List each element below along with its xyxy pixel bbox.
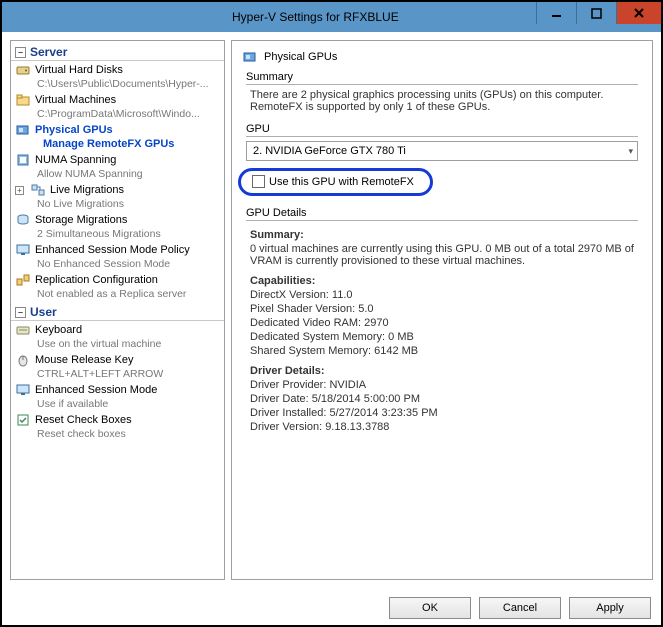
details-summary-text: 0 virtual machines are currently using t… [250,243,634,267]
expand-icon[interactable]: + [15,186,24,195]
details-heading-text: Physical GPUs [264,51,337,63]
migration-icon [30,182,46,198]
tree-item-reset-checkboxes[interactable]: Reset Check Boxes Reset check boxes [13,411,222,441]
details-driver-label: Driver Details: [250,365,634,377]
cap-shared-sysmem: Shared System Memory: 6142 MB [250,345,634,357]
drv-installed: Driver Installed: 5/27/2014 3:23:35 PM [250,407,634,419]
cap-directx: DirectX Version: 11.0 [250,289,634,301]
details-heading: Physical GPUs [232,41,652,71]
tree-item-replication[interactable]: Replication Configuration Not enabled as… [13,271,222,301]
details-caps-label: Capabilities: [250,275,634,287]
use-gpu-checkbox-label: Use this GPU with RemoteFX [269,176,414,188]
window-titlebar: Hyper-V Settings for RFXBLUE [2,2,661,32]
cap-vram: Dedicated Video RAM: 2970 [250,317,634,329]
summary-section: Summary There are 2 physical graphics pr… [246,71,638,113]
summary-title: Summary [246,71,638,85]
section-user-label: User [30,305,57,319]
storage-icon [15,212,31,228]
details-summary-label: Summary: [250,229,634,241]
tree-item-physical-gpus[interactable]: Physical GPUs Manage RemoteFX GPUs [13,121,222,151]
drv-version: Driver Version: 9.18.13.3788 [250,421,634,433]
monitor-icon [15,382,31,398]
section-server-label: Server [30,45,67,59]
disk-icon [15,62,31,78]
gpu-dropdown-value: 2. NVIDIA GeForce GTX 780 Ti [253,145,406,157]
gpu-section: GPU 2. NVIDIA GeForce GTX 780 Ti ▾ Use t… [246,123,638,433]
mouse-icon [15,352,31,368]
tree-subitem-manage-remotefx[interactable]: Manage RemoteFX GPUs [15,138,222,150]
folder-icon [15,92,31,108]
reset-icon [15,412,31,428]
monitor-icon [15,242,31,258]
use-gpu-checkbox-row[interactable]: Use this GPU with RemoteFX [246,175,638,188]
use-gpu-checkbox[interactable] [252,175,265,188]
apply-button[interactable]: Apply [569,597,651,619]
section-user[interactable]: – User [11,301,224,321]
ok-button[interactable]: OK [389,597,471,619]
tree-item-live-migrations[interactable]: +Live Migrations No Live Migrations [13,181,222,211]
tree-item-virtual-machines[interactable]: Virtual Machines C:\ProgramData\Microsof… [13,91,222,121]
gpu-details-body: Summary: 0 virtual machines are currentl… [246,229,638,433]
cap-dedicated-sysmem: Dedicated System Memory: 0 MB [250,331,634,343]
gpu-title: GPU [246,123,638,137]
drv-date: Driver Date: 5/18/2014 5:00:00 PM [250,393,634,405]
collapse-icon: – [15,307,26,318]
dialog-client-area: – Server Virtual Hard Disks C:\Users\Pub… [2,32,661,625]
section-server[interactable]: – Server [11,41,224,61]
chip-icon [15,152,31,168]
chevron-down-icon: ▾ [628,146,633,157]
gpu-dropdown[interactable]: 2. NVIDIA GeForce GTX 780 Ti ▾ [246,141,638,161]
tree-item-storage-migrations[interactable]: Storage Migrations 2 Simultaneous Migrat… [13,211,222,241]
window-minimize-button[interactable] [536,2,576,24]
dialog-buttons: OK Cancel Apply [389,597,651,619]
window-maximize-button[interactable] [576,2,616,24]
details-pane: Physical GPUs Summary There are 2 physic… [231,40,653,580]
summary-text: There are 2 physical graphics processing… [246,89,638,113]
gpu-icon [15,122,31,138]
tree-item-keyboard[interactable]: Keyboard Use on the virtual machine [13,321,222,351]
tree-item-numa-spanning[interactable]: NUMA Spanning Allow NUMA Spanning [13,151,222,181]
replication-icon [15,272,31,288]
gpu-details-title: GPU Details [246,207,638,221]
gpu-icon [242,49,258,65]
drv-provider: Driver Provider: NVIDIA [250,379,634,391]
tree-item-mouse-release[interactable]: Mouse Release Key CTRL+ALT+LEFT ARROW [13,351,222,381]
collapse-icon: – [15,47,26,58]
keyboard-icon [15,322,31,338]
cap-pixelshader: Pixel Shader Version: 5.0 [250,303,634,315]
tree-item-virtual-hard-disks[interactable]: Virtual Hard Disks C:\Users\Public\Docum… [13,61,222,91]
tree-item-enhanced-session-policy[interactable]: Enhanced Session Mode Policy No Enhanced… [13,241,222,271]
window-title: Hyper-V Settings for RFXBLUE [232,10,399,24]
settings-tree: – Server Virtual Hard Disks C:\Users\Pub… [10,40,225,580]
tree-item-enhanced-session-mode[interactable]: Enhanced Session Mode Use if available [13,381,222,411]
cancel-button[interactable]: Cancel [479,597,561,619]
window-close-button[interactable] [616,2,661,24]
